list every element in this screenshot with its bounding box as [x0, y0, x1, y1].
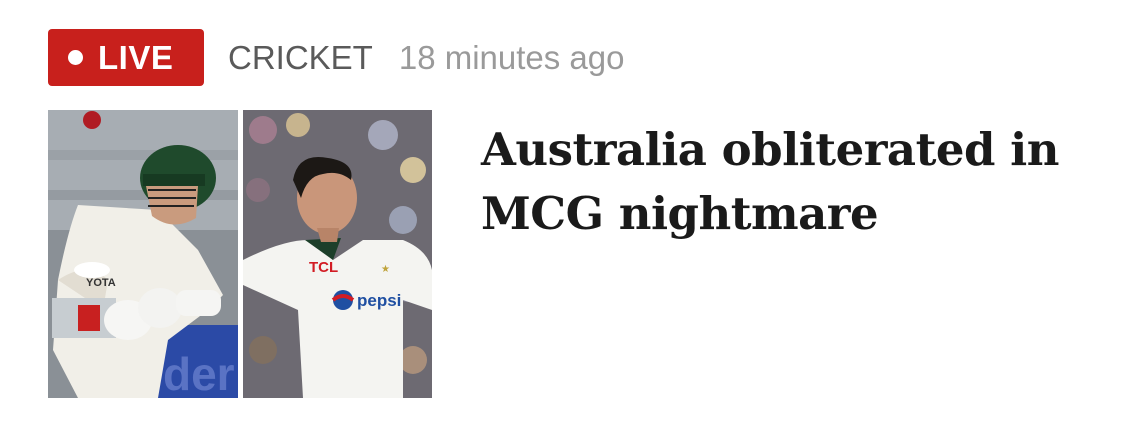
svg-text:YOTA: YOTA — [86, 277, 116, 289]
live-label: LIVE — [98, 38, 174, 76]
svg-text:★: ★ — [381, 264, 390, 275]
category-label[interactable]: CRICKET — [228, 39, 373, 77]
batsman-photo: der YOTA — [48, 110, 238, 398]
thumbnail-images[interactable]: der YOTA TCL pepsi ★ — [48, 110, 432, 398]
news-card[interactable]: LIVE CRICKET 18 minutes ago der YOTA TCL… — [0, 0, 1125, 435]
timestamp: 18 minutes ago — [398, 38, 625, 76]
headline[interactable]: Australia obliterated in MCG nightmare — [481, 118, 1081, 246]
live-dot-icon — [68, 50, 83, 65]
meta-row: LIVE CRICKET 18 minutes ago — [48, 29, 625, 86]
svg-text:der: der — [163, 348, 235, 398]
bowler-photo: TCL pepsi ★ — [243, 110, 432, 398]
live-badge: LIVE — [48, 29, 204, 86]
svg-text:pepsi: pepsi — [357, 291, 401, 310]
svg-text:TCL: TCL — [309, 259, 338, 276]
